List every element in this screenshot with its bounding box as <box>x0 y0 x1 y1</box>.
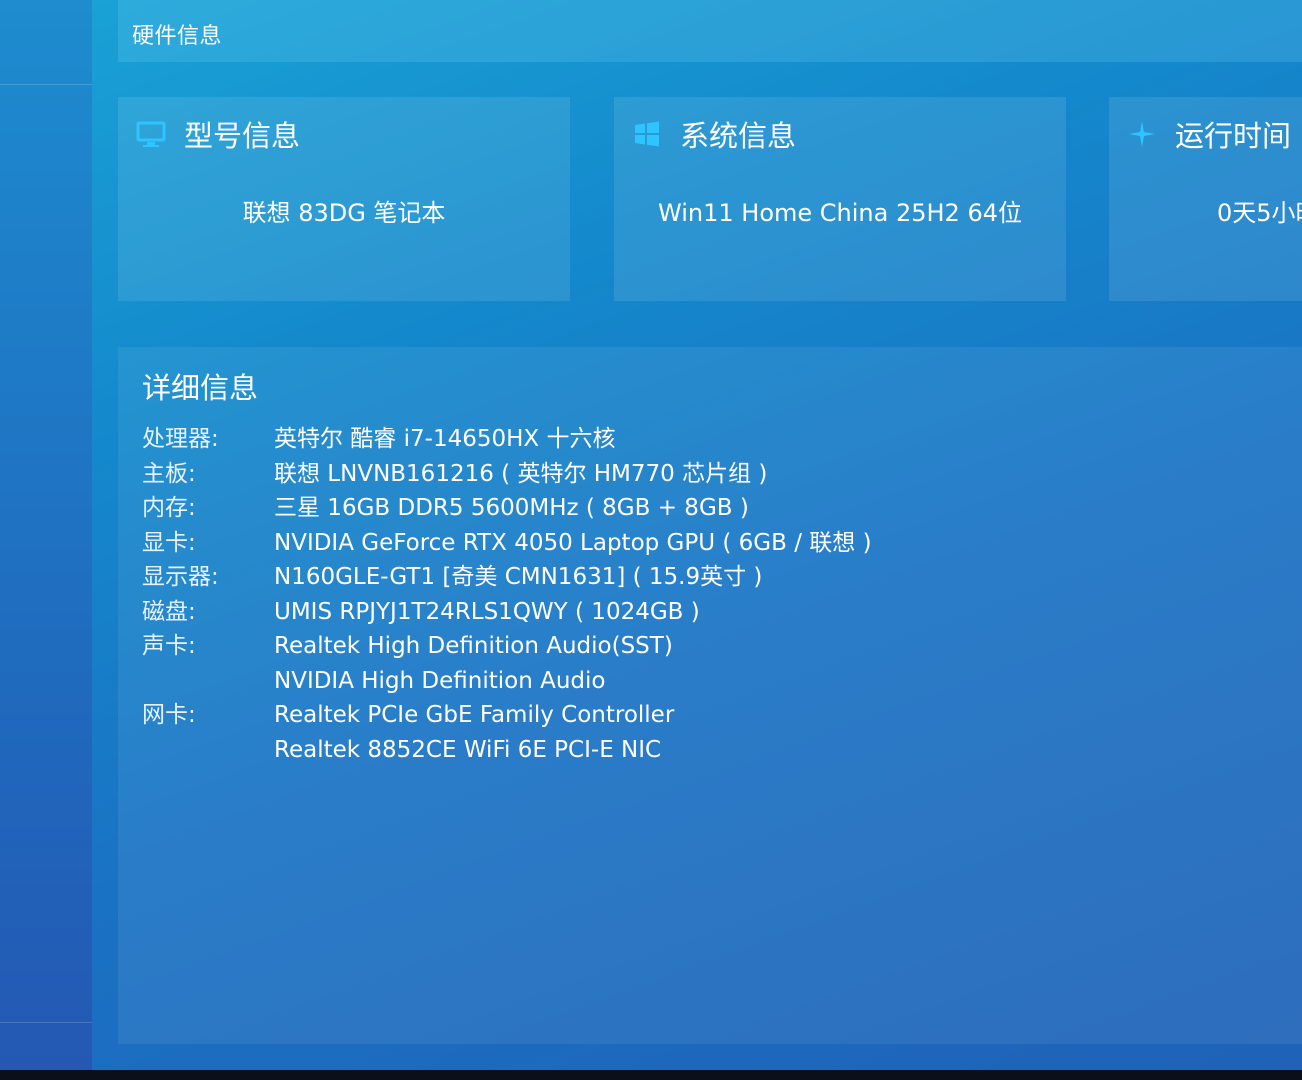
header-bar: 硬件信息 <box>118 0 1302 62</box>
system-info-card: 系统信息 Win11 Home China 25H2 64位 <box>614 97 1066 301</box>
sidebar-divider <box>0 84 92 85</box>
model-info-card: 型号信息 联想 83DG 笔记本 <box>118 97 570 301</box>
sparkle-icon <box>1127 119 1157 149</box>
sidebar <box>0 0 92 1070</box>
detail-value: NVIDIA High Definition Audio <box>274 667 606 694</box>
detail-value: Realtek PCIe GbE Family Controller <box>274 702 675 728</box>
sidebar-divider <box>0 1022 92 1023</box>
detail-value: UMIS RPJYJ1T24RLS1QWY ( 1024GB ) <box>274 598 700 625</box>
detail-row-display: 显示器: N160GLE-GT1 [奇美 CMN1631] ( 15.9英寸 ) <box>142 560 762 594</box>
details-panel: 详细信息 处理器: 英特尔 酷睿 i7-14650HX 十六核 主板: 联想 LNV… <box>118 347 1302 1044</box>
page-title: 硬件信息 <box>132 24 223 49</box>
detail-label: 显卡: <box>142 529 196 556</box>
details-title: 详细信息 <box>142 371 259 405</box>
detail-row-memory: 内存: 三星 16GB DDR5 5600MHz ( 8GB + 8GB ) <box>142 491 749 525</box>
detail-label: 显示器: <box>142 564 219 590</box>
taskbar-edge <box>0 1070 1302 1080</box>
detail-value: N160GLE-GT1 [奇美 CMN1631] ( 15.9英寸 ) <box>274 564 763 590</box>
detail-row-gpu: 显卡: NVIDIA GeForce RTX 4050 Laptop GPU ( … <box>142 526 872 560</box>
uptime-value: 0天5小时 <box>1217 199 1302 227</box>
system-info-title: 系统信息 <box>680 119 797 153</box>
uptime-title: 运行时间 <box>1175 119 1292 153</box>
detail-value: Realtek 8852CE WiFi 6E PCI-E NIC <box>274 736 662 763</box>
detail-value: Realtek High Definition Audio(SST) <box>274 633 673 659</box>
model-info-title: 型号信息 <box>184 119 301 153</box>
detail-label: 处理器: <box>142 426 219 452</box>
detail-row-network: 网卡: Realtek PCIe GbE Family Controller <box>142 698 674 732</box>
monitor-icon <box>136 119 166 149</box>
system-info-value: Win11 Home China 25H2 64位 <box>658 199 1022 227</box>
detail-value: 联想 LNVNB161216 ( 英特尔 HM770 芯片组 ) <box>274 460 768 487</box>
detail-label: 磁盘: <box>142 598 196 625</box>
detail-row-disk: 磁盘: UMIS RPJYJ1T24RLS1QWY ( 1024GB ) <box>142 595 700 629</box>
uptime-card: 运行时间 0天5小时 <box>1109 97 1302 301</box>
detail-value: 三星 16GB DDR5 5600MHz ( 8GB + 8GB ) <box>274 495 749 521</box>
detail-label: 主板: <box>142 460 196 487</box>
windows-icon <box>632 119 662 149</box>
detail-row-audio: 声卡: Realtek High Definition Audio(SST) <box>142 629 673 663</box>
detail-label: 内存: <box>142 495 196 521</box>
detail-value: 英特尔 酷睿 i7-14650HX 十六核 <box>274 426 616 452</box>
model-info-value: 联想 83DG 笔记本 <box>242 199 446 227</box>
detail-row-motherboard: 主板: 联想 LNVNB161216 ( 英特尔 HM770 芯片组 ) <box>142 457 767 491</box>
detail-row-network-2: Realtek 8852CE WiFi 6E PCI-E NIC <box>142 733 661 767</box>
detail-label: 声卡: <box>142 633 196 659</box>
detail-row-cpu: 处理器: 英特尔 酷睿 i7-14650HX 十六核 <box>142 422 615 456</box>
detail-value: NVIDIA GeForce RTX 4050 Laptop GPU ( 6GB… <box>274 529 872 556</box>
hardware-info-screen: 硬件信息 型号信息 联想 83DG 笔记本 系统信息 Win11 Home Ch… <box>0 0 1302 1080</box>
detail-label: 网卡: <box>142 702 196 728</box>
detail-row-audio-2: NVIDIA High Definition Audio <box>142 664 606 698</box>
